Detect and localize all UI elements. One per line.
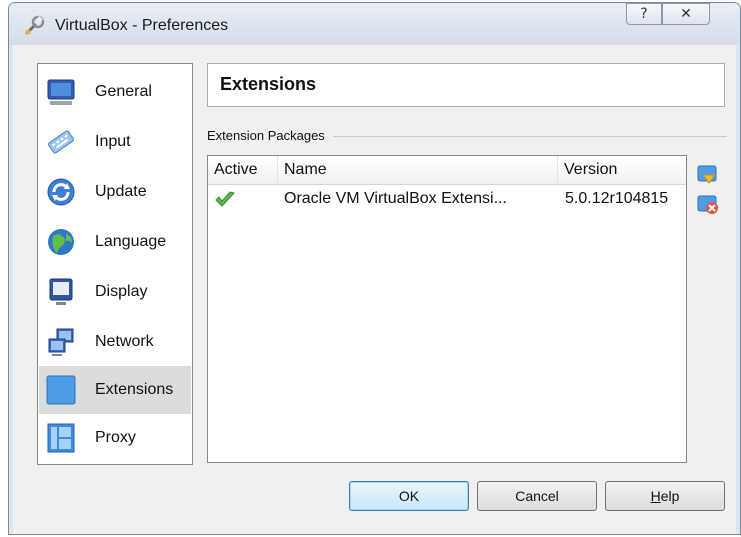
nav-label: Network	[95, 333, 154, 350]
refresh-icon	[47, 178, 75, 206]
close-icon: ✕	[680, 6, 692, 22]
dialog-client: General Input Update Language Display Ne…	[13, 45, 736, 534]
nav-label: Proxy	[95, 429, 136, 446]
keyboard-icon	[48, 130, 74, 154]
page-title: Extensions	[220, 74, 317, 94]
remove-package-icon[interactable]	[697, 195, 719, 215]
wrench-icon	[25, 15, 45, 35]
proxy-icon	[47, 423, 75, 453]
nav-item-network[interactable]: Network	[39, 318, 191, 366]
nav-label: Display	[95, 283, 148, 300]
nav-item-input[interactable]: Input	[39, 118, 191, 166]
nav-item-extensions[interactable]: Extensions	[39, 366, 191, 414]
cancel-button[interactable]: Cancel	[477, 481, 597, 511]
question-icon: ?	[640, 6, 648, 22]
nav-label: Extensions	[95, 381, 174, 398]
extension-packages-table: Active Name Version Oracle VM VirtualBox…	[207, 155, 687, 463]
checkmark-icon	[215, 191, 235, 207]
network-icon	[48, 328, 74, 356]
column-header-active[interactable]: Active	[208, 156, 278, 184]
nav-item-proxy[interactable]: Proxy	[39, 414, 191, 462]
help-caption-button[interactable]: ?	[626, 3, 662, 25]
add-package-icon[interactable]	[697, 165, 719, 185]
nav-label: Language	[95, 233, 167, 250]
globe-icon	[48, 229, 74, 255]
nav-item-language[interactable]: Language	[39, 218, 191, 266]
table-row[interactable]: Oracle VM VirtualBox Extensi... 5.0.12r1…	[208, 185, 686, 213]
table-header: Active Name Version	[208, 156, 686, 185]
nav-item-update[interactable]: Update	[39, 168, 191, 216]
extension-name: Oracle VM VirtualBox Extensi...	[284, 190, 507, 207]
close-button[interactable]: ✕	[662, 3, 710, 25]
extension-packages-label: Extension Packages	[207, 128, 333, 143]
page-header: Extensions	[207, 63, 725, 107]
monitor-icon	[47, 79, 75, 105]
nav-item-general[interactable]: General	[39, 68, 191, 116]
column-header-version[interactable]: Version	[558, 156, 686, 184]
nav-label: Update	[95, 183, 147, 200]
help-mnemonic: H	[650, 488, 661, 504]
display-icon	[49, 278, 73, 305]
nav-label: Input	[95, 133, 131, 150]
nav-label: General	[95, 83, 152, 100]
nav-item-display[interactable]: Display	[39, 268, 191, 316]
extension-version: 5.0.12r104815	[565, 190, 669, 207]
window-title: VirtualBox - Preferences	[55, 17, 229, 34]
ok-button[interactable]: OK	[349, 481, 469, 511]
settings-nav-list: General Input Update Language Display Ne…	[37, 63, 193, 465]
column-header-name[interactable]: Name	[278, 156, 558, 184]
help-label-rest: elp	[660, 488, 680, 504]
extension-icon	[46, 375, 76, 405]
title-bar: VirtualBox - Preferences ? ✕	[9, 3, 740, 45]
help-button[interactable]: Help	[605, 481, 725, 511]
preferences-window: VirtualBox - Preferences ? ✕ General Inp…	[8, 2, 741, 535]
